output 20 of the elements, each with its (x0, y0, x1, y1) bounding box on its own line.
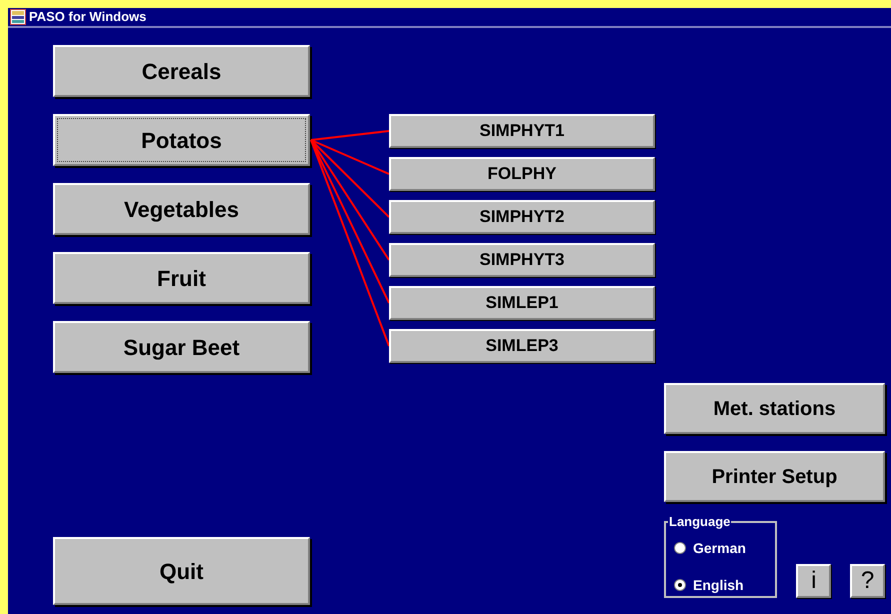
help-button[interactable]: ? (850, 564, 885, 598)
radio-label: English (693, 576, 744, 595)
model-button[interactable]: SIMLEP3 (389, 329, 655, 363)
group-label: Language (668, 513, 732, 531)
model-button[interactable]: SIMPHYT2 (389, 200, 655, 234)
model-button[interactable]: SIMPHYT1 (389, 114, 655, 148)
crop-button[interactable]: Potatos (53, 114, 310, 166)
quit-button[interactable]: Quit (53, 537, 310, 605)
crop-button[interactable]: Cereals (53, 45, 310, 97)
crop-button[interactable]: Fruit (53, 252, 310, 304)
crop-button[interactable]: Vegetables (53, 183, 310, 235)
window-title: PASO for Windows (29, 8, 146, 26)
side-button[interactable]: Met. stations (664, 383, 885, 434)
model-button[interactable]: SIMPHYT3 (389, 243, 655, 277)
info-button[interactable]: i (796, 564, 832, 598)
model-button[interactable]: FOLPHY (389, 157, 655, 191)
radio-label: German (693, 538, 746, 558)
side-button[interactable]: Printer Setup (664, 451, 885, 502)
model-button[interactable]: SIMLEP1 (389, 286, 655, 320)
crop-button[interactable]: Sugar Beet (53, 321, 310, 373)
